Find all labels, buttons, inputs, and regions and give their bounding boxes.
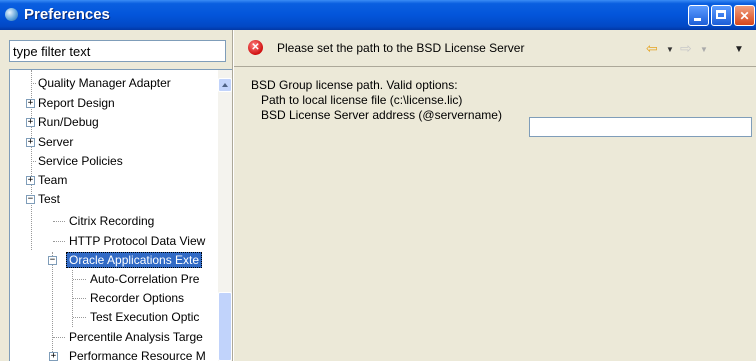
tree-item-label: Quality Manager Adapter bbox=[38, 76, 171, 90]
minimize-icon bbox=[694, 18, 701, 21]
tree-item-label: HTTP Protocol Data View bbox=[69, 234, 206, 248]
back-arrow-icon[interactable]: ⇦ bbox=[646, 41, 658, 55]
tree-item-auto-correlation[interactable]: Auto-Correlation Pre bbox=[73, 270, 201, 289]
expand-icon[interactable]: + bbox=[26, 99, 35, 108]
tree-item-label: Recorder Options bbox=[90, 291, 185, 305]
tree-connector bbox=[31, 83, 36, 84]
chevron-up-icon bbox=[222, 83, 228, 87]
tree-item-performance-resource[interactable]: + Performance Resource M bbox=[49, 347, 208, 361]
error-message: Please set the path to the BSD License S… bbox=[277, 41, 525, 55]
scroll-up-button[interactable] bbox=[218, 78, 232, 92]
tree-item-label: Performance Resource M bbox=[69, 349, 206, 361]
license-server-option: BSD License Server address (@servername) bbox=[261, 108, 502, 122]
tree-item-citrix-recording[interactable]: Citrix Recording bbox=[53, 212, 156, 231]
filter-input[interactable] bbox=[9, 40, 226, 62]
window-title: Preferences bbox=[24, 6, 110, 23]
tree-scrollbar[interactable] bbox=[218, 70, 232, 361]
tree-connector bbox=[52, 252, 53, 361]
collapse-icon[interactable]: − bbox=[26, 195, 35, 204]
tree-connector bbox=[31, 161, 36, 162]
app-icon bbox=[5, 8, 18, 21]
tree-item-label: Server bbox=[38, 135, 74, 149]
back-dropdown-icon[interactable]: ▼ bbox=[666, 44, 674, 56]
tree-item-run-debug[interactable]: + Run/Debug bbox=[26, 113, 101, 132]
minimize-button[interactable] bbox=[688, 5, 709, 26]
tree-item-http-protocol-data-view[interactable]: HTTP Protocol Data View bbox=[53, 232, 207, 251]
tree-connector bbox=[73, 279, 86, 280]
preference-tree[interactable]: Quality Manager Adapter + Report Design … bbox=[9, 69, 232, 361]
tree-item-label: Test Execution Optic bbox=[90, 310, 200, 324]
license-path-label: BSD Group license path. Valid options: bbox=[251, 78, 458, 92]
error-icon: ✕ bbox=[248, 40, 263, 55]
tree-item-test-execution-options[interactable]: Test Execution Optic bbox=[73, 308, 201, 327]
page-header: ✕ Please set the path to the BSD License… bbox=[234, 30, 756, 67]
view-menu-icon[interactable]: ▼ bbox=[734, 44, 744, 56]
local-license-option: Path to local license file (c:\license.l… bbox=[261, 93, 463, 107]
maximize-button[interactable] bbox=[711, 5, 732, 26]
tree-item-service-policies[interactable]: Service Policies bbox=[31, 152, 125, 171]
tree-item-label: Citrix Recording bbox=[69, 214, 155, 228]
scroll-thumb[interactable] bbox=[218, 292, 232, 361]
collapse-icon[interactable]: − bbox=[48, 256, 57, 265]
tree-item-test[interactable]: − Test bbox=[26, 190, 62, 209]
expand-icon[interactable]: + bbox=[49, 352, 58, 361]
tree-item-oracle-applications[interactable]: − Oracle Applications Exte bbox=[48, 251, 203, 270]
tree-item-quality-manager-adapter[interactable]: Quality Manager Adapter bbox=[31, 74, 173, 93]
tree-item-recorder-options[interactable]: Recorder Options bbox=[73, 289, 186, 308]
expand-icon[interactable]: + bbox=[26, 176, 35, 185]
tree-item-label: Report Design bbox=[38, 96, 115, 110]
tree-connector bbox=[53, 241, 65, 242]
tree-item-label: Service Policies bbox=[38, 154, 123, 168]
tree-connector bbox=[73, 298, 86, 299]
tree-connector bbox=[53, 337, 65, 338]
tree-item-label: Team bbox=[38, 173, 68, 187]
tree-item-team[interactable]: + Team bbox=[26, 171, 69, 190]
title-bar[interactable]: Preferences ✕ bbox=[0, 0, 756, 30]
license-path-input[interactable] bbox=[529, 117, 752, 137]
close-icon: ✕ bbox=[739, 8, 750, 23]
tree-item-label: Auto-Correlation Pre bbox=[90, 272, 200, 286]
expand-icon[interactable]: + bbox=[26, 118, 35, 127]
tree-item-label: Run/Debug bbox=[38, 115, 99, 129]
tree-item-percentile-analysis[interactable]: Percentile Analysis Targe bbox=[53, 328, 205, 347]
tree-item-server[interactable]: + Server bbox=[26, 133, 75, 152]
expand-icon[interactable]: + bbox=[26, 138, 35, 147]
tree-connector bbox=[31, 70, 32, 250]
close-button[interactable]: ✕ bbox=[734, 5, 755, 26]
maximize-icon bbox=[716, 10, 726, 19]
tree-item-label: Percentile Analysis Targe bbox=[69, 330, 203, 344]
forward-dropdown-icon[interactable]: ▼ bbox=[700, 44, 708, 56]
tree-item-label: Oracle Applications Exte bbox=[66, 252, 203, 268]
tree-connector bbox=[53, 221, 65, 222]
preference-page: BSD Group license path. Valid options: P… bbox=[234, 67, 756, 361]
forward-arrow-icon[interactable]: ⇨ bbox=[680, 41, 692, 55]
tree-item-report-design[interactable]: + Report Design bbox=[26, 94, 117, 113]
tree-item-label: Test bbox=[38, 192, 61, 206]
tree-connector bbox=[73, 317, 86, 318]
